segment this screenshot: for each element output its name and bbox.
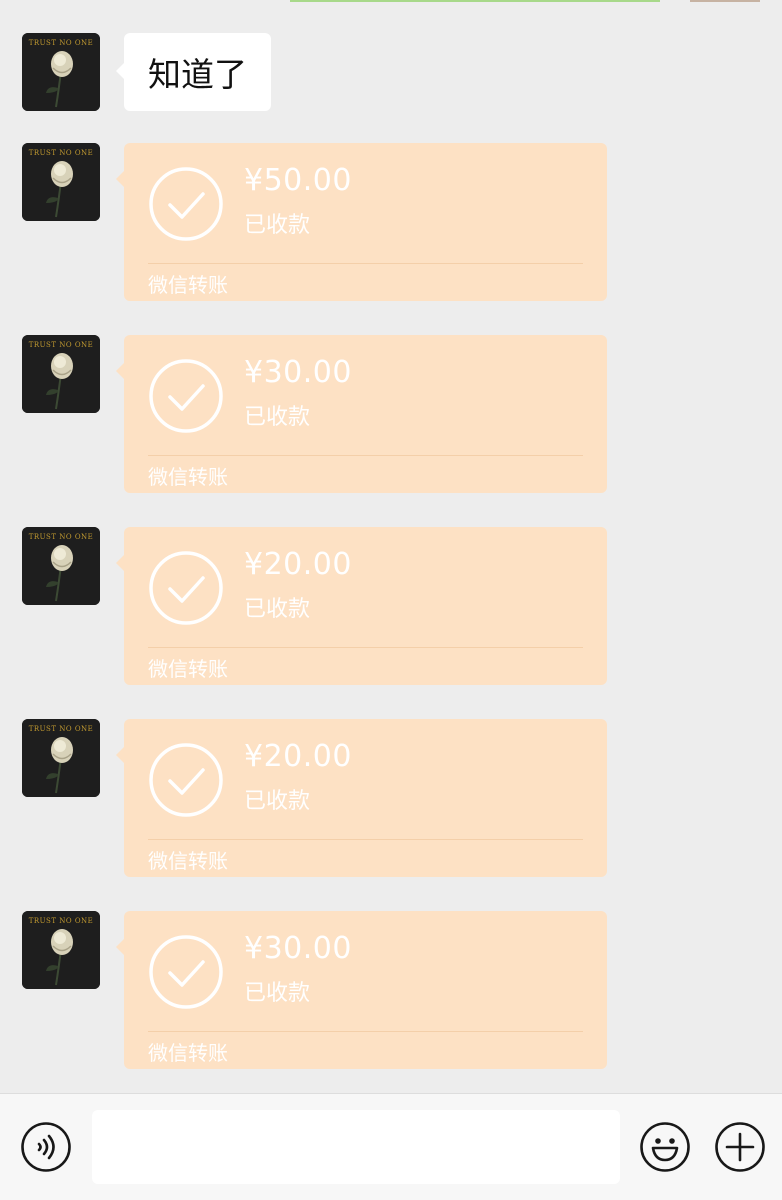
divider [148,455,583,456]
transfer-footer-label: 微信转账 [148,465,228,489]
transfer-status: 已收款 [244,405,311,430]
divider [148,839,583,840]
avatar[interactable]: TRUST NO ONE [22,911,100,989]
text-message-bubble[interactable]: 知道了 [116,33,271,111]
message-row: TRUST NO ONE ¥30.00 已收款 微信转账 [22,911,782,1069]
avatar-caption: TRUST NO ONE [28,725,94,733]
avatar-caption: TRUST NO ONE [28,39,94,47]
avatar[interactable]: TRUST NO ONE [22,33,100,111]
message-input[interactable] [92,1110,620,1184]
avatar-caption: TRUST NO ONE [28,341,94,349]
check-circle-icon [149,743,223,817]
transfer-footer-label: 微信转账 [148,273,228,297]
voice-icon [21,1122,71,1172]
transfer-status: 已收款 [244,981,311,1006]
transfer-status: 已收款 [244,597,311,622]
avatar[interactable]: TRUST NO ONE [22,335,100,413]
transfer-card[interactable]: ¥30.00 已收款 微信转账 [116,911,607,1069]
message-row: TRUST NO ONE 知道了 [22,33,782,111]
check-circle-icon [149,167,223,241]
transfer-status: 已收款 [244,789,311,814]
transfer-amount: ¥20.00 [244,547,352,582]
transfer-amount: ¥30.00 [244,931,352,966]
transfer-status: 已收款 [244,213,311,238]
plus-button[interactable] [714,1121,766,1173]
emoji-button[interactable] [639,1121,691,1173]
divider [148,263,583,264]
avatar-caption: TRUST NO ONE [28,149,94,157]
check-circle-icon [149,551,223,625]
avatar-caption: TRUST NO ONE [28,917,94,925]
transfer-card[interactable]: ¥20.00 已收款 微信转账 [116,527,607,685]
transfer-card[interactable]: ¥20.00 已收款 微信转账 [116,719,607,877]
check-circle-icon [149,359,223,433]
message-row: TRUST NO ONE ¥50.00 已收款 微信转账 [22,143,782,301]
transfer-amount: ¥30.00 [244,355,352,390]
transfer-card[interactable]: ¥30.00 已收款 微信转账 [116,335,607,493]
transfer-card[interactable]: ¥50.00 已收款 微信转账 [116,143,607,301]
transfer-footer-label: 微信转账 [148,849,228,873]
message-row: TRUST NO ONE ¥20.00 已收款 微信转账 [22,527,782,685]
transfer-footer-label: 微信转账 [148,657,228,681]
avatar[interactable]: TRUST NO ONE [22,143,100,221]
avatar[interactable]: TRUST NO ONE [22,527,100,605]
avatar[interactable]: TRUST NO ONE [22,719,100,797]
divider [148,647,583,648]
input-bar [0,1093,782,1200]
divider [148,1031,583,1032]
transfer-footer-label: 微信转账 [148,1041,228,1065]
emoji-icon [640,1122,690,1172]
voice-button[interactable] [20,1121,72,1173]
check-circle-icon [149,935,223,1009]
message-row: TRUST NO ONE ¥30.00 已收款 微信转账 [22,335,782,493]
message-row: TRUST NO ONE ¥20.00 已收款 微信转账 [22,719,782,877]
transfer-amount: ¥20.00 [244,739,352,774]
transfer-amount: ¥50.00 [244,163,352,198]
plus-icon [715,1122,765,1172]
avatar-caption: TRUST NO ONE [28,533,94,541]
chat-message-list[interactable]: TRUST NO ONE 知道了 TRUST NO ONE ¥50.00 已收款 [0,0,782,1093]
